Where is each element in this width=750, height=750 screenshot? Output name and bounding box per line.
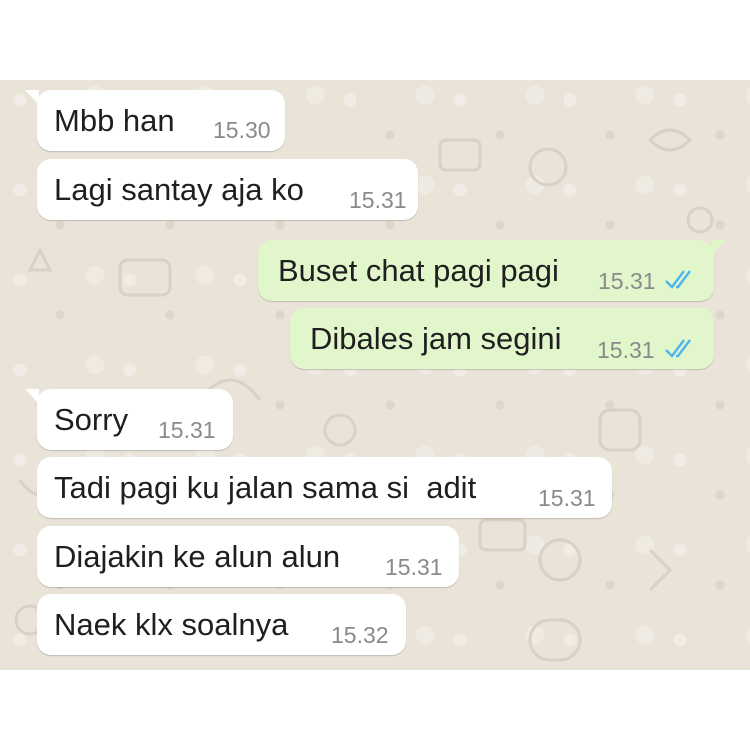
message-timestamp: 15.31	[349, 187, 407, 213]
message-timestamp: 15.31	[598, 268, 656, 294]
message-bubble-incoming[interactable]: Naek klx soalnya 15.32	[37, 594, 406, 655]
message-timestamp: 15.32	[331, 622, 389, 648]
message-text: Diajakin ke alun alun	[54, 539, 341, 574]
chat-area: Mbb han 15.30 Lagi santay aja ko 15.31 B…	[0, 80, 750, 670]
double-check-icon	[665, 270, 691, 289]
message-text: Buset chat pagi pagi	[278, 253, 559, 288]
message-text: Mbb han	[54, 103, 175, 138]
message-bubble-incoming[interactable]: Sorry 15.31	[25, 389, 233, 450]
message-timestamp: 15.31	[158, 417, 216, 443]
message-text: Lagi santay aja ko	[54, 172, 304, 207]
message-text: Naek klx soalnya	[54, 607, 289, 642]
message-text: Tadi pagi ku jalan sama si adit	[54, 470, 477, 505]
message-bubble-outgoing[interactable]: Dibales jam segini 15.31	[290, 308, 714, 369]
message-text: Sorry	[54, 402, 129, 437]
message-bubble-outgoing[interactable]: Buset chat pagi pagi 15.31	[258, 240, 726, 301]
message-timestamp: 15.31	[597, 337, 655, 363]
message-text: Dibales jam segini	[310, 321, 562, 356]
message-bubble-incoming[interactable]: Diajakin ke alun alun 15.31	[37, 526, 459, 587]
message-bubble-incoming[interactable]: Mbb han 15.30	[25, 90, 285, 151]
message-timestamp: 15.31	[538, 485, 596, 511]
double-check-icon	[665, 339, 691, 358]
message-bubble-incoming[interactable]: Lagi santay aja ko 15.31	[37, 159, 418, 220]
message-timestamp: 15.31	[385, 554, 443, 580]
message-bubble-incoming[interactable]: Tadi pagi ku jalan sama si adit 15.31	[37, 457, 612, 518]
message-timestamp: 15.30	[213, 117, 271, 143]
